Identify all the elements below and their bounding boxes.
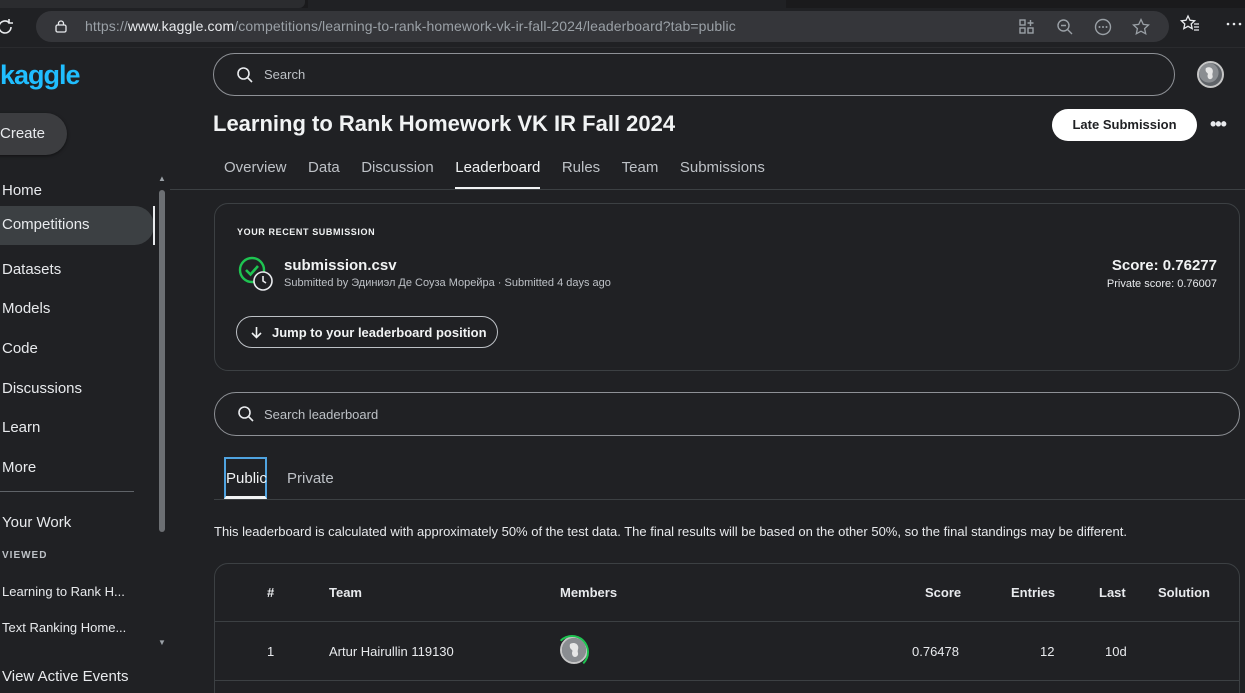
view-active-events-link[interactable]: View Active Events xyxy=(0,658,154,693)
more-options-icon[interactable]: ••• xyxy=(1210,114,1227,135)
search-icon xyxy=(236,404,256,424)
favorite-star-icon[interactable] xyxy=(1131,17,1151,42)
tab-strip xyxy=(0,0,1245,8)
column-header-rank[interactable]: # xyxy=(267,585,274,600)
sidebar-divider xyxy=(0,491,134,492)
search-placeholder: Search xyxy=(264,67,306,82)
search-input[interactable]: Search xyxy=(213,53,1175,96)
viewed-heading: VIEWED xyxy=(2,550,48,561)
column-header-score[interactable]: Score xyxy=(925,585,961,600)
kaggle-logo[interactable]: kaggle xyxy=(0,60,81,91)
column-header-solution[interactable]: Solution xyxy=(1158,585,1210,600)
viewed-item[interactable]: Text Ranking Home... xyxy=(2,620,126,635)
tab-private[interactable]: Private xyxy=(287,457,334,499)
column-header-last[interactable]: Last xyxy=(1099,585,1126,600)
zoom-out-icon[interactable] xyxy=(1055,17,1075,42)
tabs-divider xyxy=(170,189,1245,190)
sidebar-item-learn[interactable]: Learn xyxy=(0,409,154,448)
main-content: Search Learning to Rank Homework VK IR F… xyxy=(170,48,1245,693)
column-header-team[interactable]: Team xyxy=(329,585,362,600)
sidebar-item-competitions[interactable]: Competitions xyxy=(0,206,155,245)
sidebar-item-your-work[interactable]: Your Work xyxy=(0,504,154,543)
leaderboard-tabs: Public Private xyxy=(224,457,354,499)
browser-tab[interactable] xyxy=(0,0,305,8)
tab-team[interactable]: Team xyxy=(622,159,659,189)
sidebar: kaggle Create Home Competitions Datasets… xyxy=(0,48,170,693)
row-last: 10d xyxy=(1105,644,1127,659)
favorites-icon[interactable] xyxy=(1179,13,1201,40)
sidebar-item-code[interactable]: Code xyxy=(0,330,154,369)
create-button-label: Create xyxy=(0,125,46,142)
leaderboard-table: # Team Members Score Entries Last Soluti… xyxy=(214,563,1240,693)
user-avatar[interactable] xyxy=(1197,61,1224,88)
arrow-down-icon xyxy=(251,327,262,339)
submission-complete-icon xyxy=(237,255,275,293)
row-team[interactable]: Artur Hairullin 119130 xyxy=(329,644,454,659)
sidebar-scrollbar[interactable]: ▲ ▼ xyxy=(156,168,168,648)
public-score: Score: 0.76277 xyxy=(1111,257,1217,274)
row-rank: 1 xyxy=(267,644,275,659)
column-header-entries[interactable]: Entries xyxy=(1011,585,1055,600)
browser-tab[interactable] xyxy=(308,0,786,8)
scroll-down-icon[interactable]: ▼ xyxy=(158,638,166,647)
recent-submission-label: YOUR RECENT SUBMISSION xyxy=(237,227,376,237)
sidebar-item-models[interactable]: Models xyxy=(0,290,154,329)
url-path: /competitions/learning-to-rank-homework-… xyxy=(234,18,736,34)
submission-meta: Submitted by Эдиниэл Де Соуза Морейра · … xyxy=(284,277,611,289)
url-domain: www.kaggle.com xyxy=(127,18,235,34)
leaderboard-search-input[interactable]: Search leaderboard xyxy=(214,392,1240,436)
browser-toolbar: https://www.kaggle.com/competitions/lear… xyxy=(0,0,1245,48)
scroll-up-icon[interactable]: ▲ xyxy=(158,174,166,183)
viewed-item[interactable]: Learning to Rank H... xyxy=(2,584,125,599)
late-submission-button[interactable]: Late Submission xyxy=(1052,109,1197,141)
sidebar-item-more[interactable]: More xyxy=(0,449,154,488)
more-circle-icon[interactable] xyxy=(1093,17,1113,42)
jump-button-label: Jump to your leaderboard position xyxy=(272,325,487,340)
tab-discussion[interactable]: Discussion xyxy=(361,159,434,189)
create-button[interactable]: Create xyxy=(0,113,67,155)
sidebar-item-datasets[interactable]: Datasets xyxy=(0,251,154,290)
member-avatar[interactable] xyxy=(555,635,589,669)
column-header-members[interactable]: Members xyxy=(560,585,617,600)
recent-submission-card: YOUR RECENT SUBMISSION submission.csv Su… xyxy=(214,203,1240,371)
tab-rules[interactable]: Rules xyxy=(562,159,600,189)
jump-to-position-button[interactable]: Jump to your leaderboard position xyxy=(236,316,498,348)
browser-menu-icon[interactable] xyxy=(1223,13,1245,40)
tab-overview[interactable]: Overview xyxy=(224,159,287,189)
address-bar[interactable]: https://www.kaggle.com/competitions/lear… xyxy=(36,11,1169,42)
submission-file-name[interactable]: submission.csv xyxy=(284,257,397,274)
private-score: Private score: 0.76007 xyxy=(1106,278,1217,290)
competition-tabs: Overview Data Discussion Leaderboard Rul… xyxy=(224,159,786,190)
tab-public[interactable]: Public xyxy=(224,457,267,499)
search-icon xyxy=(235,65,255,85)
row-score: 0.76478 xyxy=(912,644,959,659)
tab-data[interactable]: Data xyxy=(308,159,340,189)
lock-icon[interactable] xyxy=(54,19,68,33)
leaderboard-search-placeholder: Search leaderboard xyxy=(264,407,379,422)
page-title: Learning to Rank Homework VK IR Fall 202… xyxy=(213,111,676,136)
tab-submissions[interactable]: Submissions xyxy=(680,159,765,189)
header-divider xyxy=(215,621,1239,622)
leaderboard-note: This leaderboard is calculated with appr… xyxy=(214,524,1127,539)
reload-icon[interactable] xyxy=(0,16,16,38)
row-entries: 12 xyxy=(1040,644,1055,659)
url-text[interactable]: https://www.kaggle.com/competitions/lear… xyxy=(85,18,736,34)
row-divider xyxy=(215,680,1239,681)
scrollbar-thumb[interactable] xyxy=(159,190,165,532)
tab-leaderboard[interactable]: Leaderboard xyxy=(455,159,541,190)
leaderboard-tabs-divider xyxy=(214,499,1245,500)
url-scheme: https:// xyxy=(85,18,128,34)
sidebar-item-discussions[interactable]: Discussions xyxy=(0,370,154,409)
apps-icon[interactable] xyxy=(1017,17,1037,42)
